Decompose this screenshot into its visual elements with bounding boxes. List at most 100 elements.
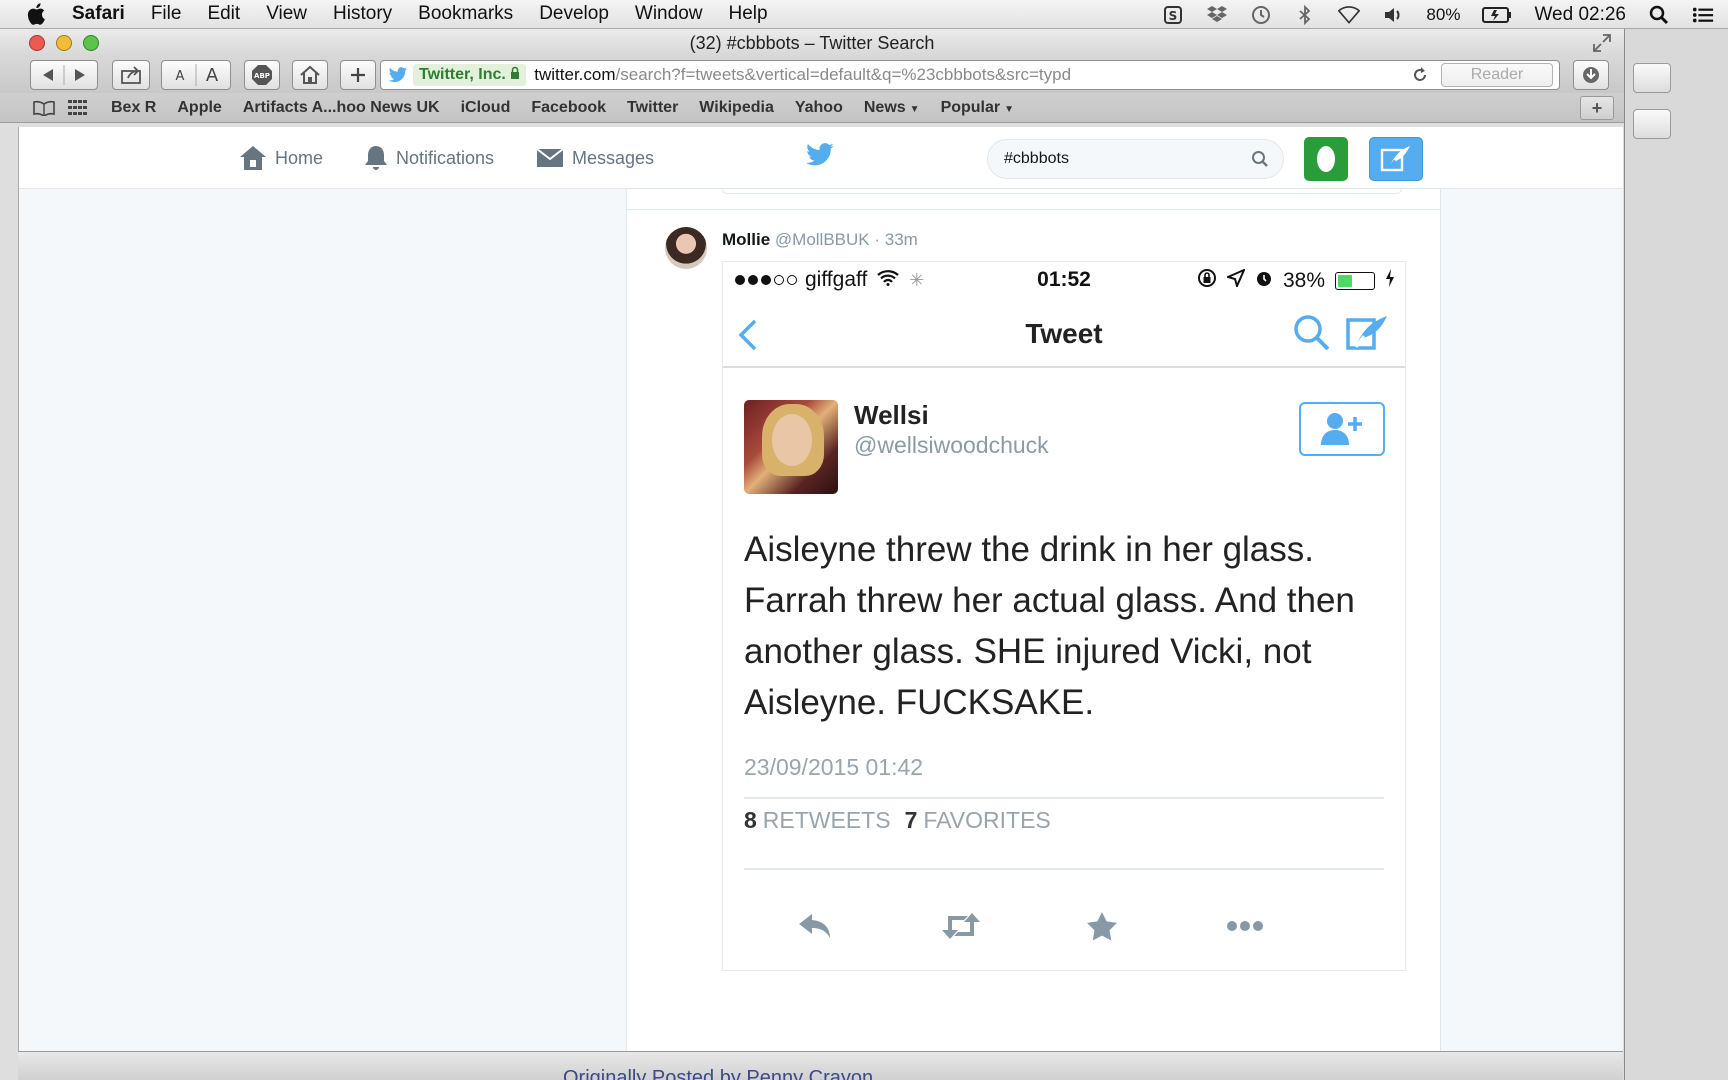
retweet-icon[interactable] (938, 906, 984, 946)
spotlight-icon[interactable] (1648, 5, 1670, 25)
nav-messages-label: Messages (572, 147, 655, 168)
top-sites-icon[interactable] (66, 98, 90, 118)
lock-icon (510, 66, 520, 83)
quoted-tweet-text: Aisleyne threw the drink in her glass. F… (744, 530, 1355, 722)
extension-button[interactable] (1304, 137, 1348, 181)
menu-bar: Safari File Edit View History Bookmarks … (0, 0, 1728, 29)
tweet-header: Mollie @MollBBUK · 33m (722, 230, 918, 250)
twitter-top-nav: Home Notifications Messages #cbbbots (19, 127, 1623, 189)
bluetooth-icon[interactable] (1294, 4, 1316, 25)
safari-window: (32) #cbbbots – Twitter Search AA ABP Tw… (0, 29, 1625, 1080)
nav-home[interactable]: Home (239, 144, 323, 172)
svg-text:A: A (176, 69, 185, 84)
fullscreen-icon[interactable] (1592, 33, 1612, 53)
bookmark-yahoo[interactable]: Yahoo (795, 99, 843, 117)
nav-notifications[interactable]: Notifications (364, 144, 494, 172)
adblock-icon[interactable]: ABP (244, 60, 280, 90)
search-icon[interactable] (1251, 150, 1269, 168)
alarm-icon (1255, 269, 1273, 293)
envelope-icon (536, 148, 564, 167)
volume-icon[interactable] (1382, 5, 1404, 25)
tweet-timestamp[interactable]: · 33m (874, 230, 917, 249)
bookmark-artifacts-yahoo-news-uk[interactable]: Artifacts A...hoo News UK (243, 99, 440, 117)
underlying-page-text: Originally Posted by Penny Crayon (563, 1067, 874, 1080)
url-host: twitter.com (534, 65, 616, 84)
menu-edit[interactable]: Edit (207, 3, 240, 25)
favorite-star-icon[interactable] (1082, 906, 1122, 946)
bookmark-folder-popular[interactable]: Popular ▼ (941, 99, 1014, 117)
url-path: /search?f=tweets&vertical=default&q=%23c… (615, 65, 1072, 84)
nav-messages[interactable]: Messages (536, 144, 654, 172)
nav-home-label: Home (275, 147, 324, 168)
chevron-down-icon: ▼ (909, 103, 920, 115)
chevron-down-icon: ▼ (1004, 103, 1015, 115)
text-size-buttons[interactable]: AA (161, 60, 231, 90)
reload-icon[interactable] (1409, 64, 1431, 86)
reply-icon[interactable] (795, 906, 835, 946)
bookmark-icloud[interactable]: iCloud (461, 99, 511, 117)
twitter-search-input[interactable]: #cbbbots (987, 139, 1284, 179)
add-bookmark-button[interactable] (340, 60, 376, 90)
dropbox-icon[interactable] (1206, 5, 1228, 25)
menu-history[interactable]: History (333, 3, 392, 25)
background-window (1620, 29, 1728, 1080)
bookmark-folder-news[interactable]: News ▼ (864, 99, 920, 117)
follow-button[interactable] (1299, 402, 1385, 456)
menu-view[interactable]: View (266, 3, 307, 25)
compose-tweet-button[interactable] (1369, 137, 1423, 181)
avatar-face (772, 414, 812, 466)
downloads-button[interactable] (1573, 60, 1609, 90)
address-bar[interactable]: Twitter, Inc. twitter.com/search?f=tweet… (380, 60, 1560, 90)
home-button[interactable] (292, 60, 328, 90)
bookmark-twitter[interactable]: Twitter (627, 99, 678, 117)
tweet-attached-image[interactable]: giffgaff ✳ 01:52 38% Tweet Wellsi @wells… (722, 261, 1406, 971)
ev-certificate-badge[interactable]: Twitter, Inc. (413, 64, 527, 86)
apple-icon[interactable] (24, 1, 50, 27)
menu-develop[interactable]: Develop (539, 3, 609, 25)
search-timeline: Mollie @MollBBUK · 33m giffgaff ✳ 01:52 … (626, 189, 1441, 1051)
bookmark-apple[interactable]: Apple (177, 99, 221, 117)
tweet-author-handle[interactable]: @MollBBUK (775, 230, 870, 249)
reading-list-icon[interactable] (32, 98, 56, 118)
bookmark-facebook[interactable]: Facebook (531, 99, 606, 117)
location-icon (1225, 268, 1246, 293)
notification-center-icon[interactable] (1692, 5, 1714, 25)
time-machine-icon[interactable] (1250, 5, 1272, 25)
favorites-label: FAVORITES (923, 807, 1051, 833)
svg-text:ABP: ABP (254, 72, 270, 80)
favorites-count: 7 (904, 807, 918, 833)
menubar-clock[interactable]: Wed 02:26 (1534, 4, 1626, 26)
reader-button[interactable]: Reader (1441, 63, 1553, 87)
new-tab-button[interactable]: + (1580, 96, 1614, 120)
menu-bookmarks[interactable]: Bookmarks (418, 3, 513, 25)
menu-app-safari[interactable]: Safari (72, 3, 125, 25)
twitter-search-value: #cbbbots (1004, 150, 1069, 167)
twitter-bird-icon[interactable] (805, 143, 835, 171)
share-button[interactable] (112, 60, 150, 90)
ios-nav-bar: Tweet (723, 300, 1405, 368)
wifi-icon[interactable] (1338, 5, 1361, 25)
retweets-count: 8 (744, 807, 757, 833)
battery-icon[interactable] (1482, 5, 1512, 25)
favorites-stat[interactable]: 7 FAVORITES (905, 807, 1051, 834)
menu-file[interactable]: File (151, 3, 182, 25)
search-icon[interactable] (1291, 312, 1333, 354)
retweets-stat[interactable]: 8 RETWEETS (744, 807, 891, 834)
bookmark-bex-r[interactable]: Bex R (111, 99, 156, 117)
window-title: (32) #cbbbots – Twitter Search (689, 33, 935, 53)
avatar[interactable] (744, 400, 838, 494)
leaf-icon (1317, 146, 1335, 172)
avatar[interactable] (665, 227, 707, 269)
compose-icon (1380, 146, 1410, 172)
back-forward-buttons[interactable] (30, 60, 98, 90)
skype-icon[interactable]: S (1162, 5, 1184, 25)
menu-help[interactable]: Help (728, 3, 767, 25)
more-options-icon[interactable] (1225, 906, 1265, 946)
bookmark-wikipedia[interactable]: Wikipedia (699, 99, 774, 117)
compose-icon[interactable] (1345, 312, 1391, 354)
ios-status-bar: giffgaff ✳ 01:52 38% (723, 262, 1405, 300)
tweet-author-name[interactable]: Mollie (722, 230, 770, 249)
nav-notifications-label: Notifications (396, 147, 495, 168)
menu-window[interactable]: Window (635, 3, 703, 25)
background-window-download-button (1633, 63, 1671, 93)
